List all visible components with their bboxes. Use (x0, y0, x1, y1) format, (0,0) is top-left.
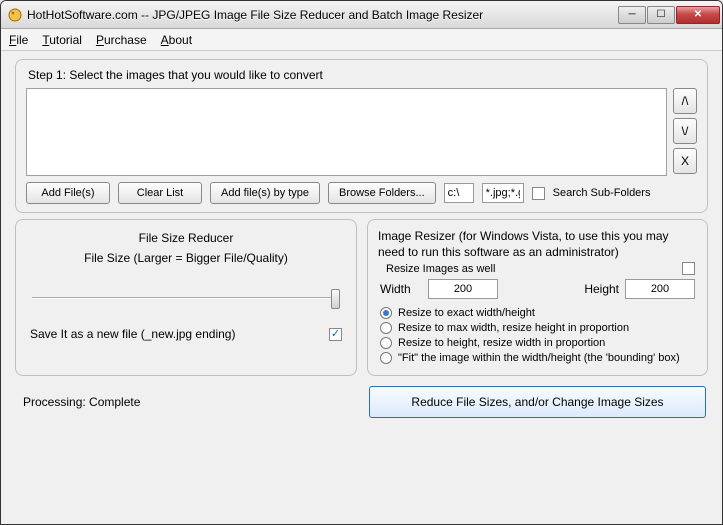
resize-also-label: Resize Images as well (386, 263, 495, 275)
resizer-title: Image Resizer (for Windows Vista, to use… (378, 228, 697, 260)
maximize-button[interactable]: ☐ (647, 6, 675, 24)
height-input[interactable] (625, 279, 695, 299)
menu-purchase[interactable]: Purchase (96, 33, 147, 47)
save-new-checkbox[interactable] (329, 328, 342, 341)
height-label: Height (584, 282, 619, 296)
minimize-button[interactable]: ─ (618, 6, 646, 24)
menu-tutorial[interactable]: Tutorial (42, 33, 82, 47)
quality-slider[interactable] (32, 285, 340, 313)
reducer-subtitle: File Size (Larger = Bigger File/Quality) (26, 251, 346, 265)
browse-folders-button[interactable]: Browse Folders... (328, 182, 436, 204)
add-by-type-button[interactable]: Add file(s) by type (210, 182, 320, 204)
step1-label: Step 1: Select the images that you would… (28, 68, 697, 82)
process-button[interactable]: Reduce File Sizes, and/or Change Image S… (369, 386, 706, 418)
radio-fit[interactable] (380, 352, 392, 364)
width-label: Width (380, 282, 422, 296)
path-input[interactable] (444, 183, 474, 203)
radio-exact[interactable] (380, 307, 392, 319)
clear-list-button[interactable]: Clear List (118, 182, 202, 204)
menu-about[interactable]: About (161, 33, 192, 47)
resize-also-checkbox[interactable] (682, 262, 695, 275)
radio-maxw-label: Resize to max width, resize height in pr… (398, 322, 629, 334)
radio-height[interactable] (380, 337, 392, 349)
add-files-button[interactable]: Add File(s) (26, 182, 110, 204)
resizer-group: Image Resizer (for Windows Vista, to use… (367, 219, 708, 376)
titlebar: HotHotSoftware.com -- JPG/JPEG Image Fil… (1, 1, 722, 29)
menu-file[interactable]: File (9, 33, 28, 47)
width-input[interactable] (428, 279, 498, 299)
move-down-button[interactable]: \/ (673, 118, 697, 144)
reducer-group: File Size Reducer File Size (Larger = Bi… (15, 219, 357, 376)
radio-height-label: Resize to height, resize width in propor… (398, 337, 605, 349)
step1-group: Step 1: Select the images that you would… (15, 59, 708, 213)
status-text: Processing: Complete (17, 395, 359, 409)
radio-maxw[interactable] (380, 322, 392, 334)
close-button[interactable]: ✕ (676, 6, 720, 24)
file-list[interactable] (26, 88, 667, 176)
radio-fit-label: "Fit" the image within the width/height … (398, 352, 680, 364)
content: Step 1: Select the images that you would… (1, 51, 722, 524)
move-up-button[interactable]: /\ (673, 88, 697, 114)
save-new-label: Save It as a new file (_new.jpg ending) (30, 327, 235, 341)
pattern-input[interactable] (482, 183, 524, 203)
radio-exact-label: Resize to exact width/height (398, 307, 535, 319)
app-icon (7, 7, 23, 23)
window-title: HotHotSoftware.com -- JPG/JPEG Image Fil… (27, 8, 618, 22)
menubar: File Tutorial Purchase About (1, 29, 722, 51)
search-subfolders-label: Search Sub-Folders (553, 187, 651, 199)
search-subfolders-checkbox[interactable] (532, 187, 545, 200)
window: HotHotSoftware.com -- JPG/JPEG Image Fil… (0, 0, 723, 525)
remove-button[interactable]: X (673, 148, 697, 174)
slider-thumb[interactable] (331, 289, 340, 309)
reducer-title: File Size Reducer (26, 228, 346, 251)
